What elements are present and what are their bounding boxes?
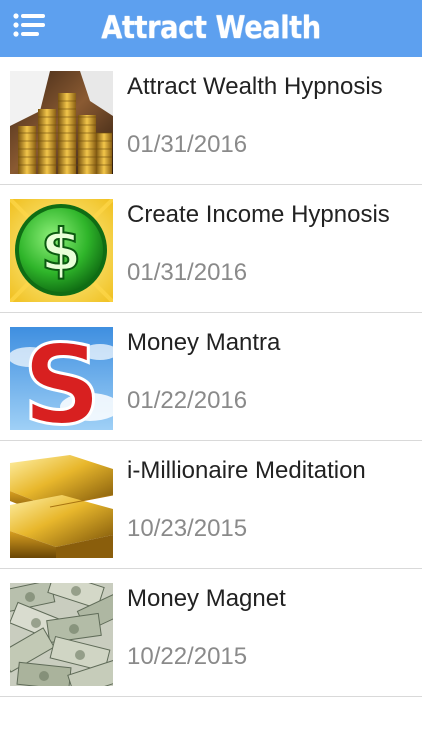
session-list: Attract Wealth Hypnosis 01/31/2016 $ Cre… — [0, 57, 422, 697]
list-item[interactable]: S Money Mantra 01/22/2016 — [0, 313, 422, 441]
list-item[interactable]: Money Magnet 10/22/2015 — [0, 569, 422, 697]
coin-stacks-image — [10, 71, 113, 174]
item-title: Money Magnet — [127, 585, 286, 612]
app-screen: Attract Wealth Attract Wealth Hypnosis 0… — [0, 0, 422, 750]
svg-text:$: $ — [41, 216, 81, 284]
gold-bars-image — [10, 455, 113, 558]
item-date: 01/31/2016 — [127, 259, 248, 286]
item-title: i-Millionaire Meditation — [127, 457, 366, 484]
item-date: 10/22/2015 — [127, 643, 248, 670]
red-dollar-sign-sky-image: S — [10, 327, 113, 430]
page-title: Attract Wealth — [101, 10, 321, 46]
item-title: Create Income Hypnosis — [127, 201, 390, 228]
item-date: 10/23/2015 — [127, 515, 248, 542]
navigation-bar: Attract Wealth — [0, 0, 422, 57]
list-item[interactable]: $ Create Income Hypnosis 01/31/2016 — [0, 185, 422, 313]
item-date: 01/22/2016 — [127, 387, 248, 414]
dollar-bills-pile-image — [10, 583, 113, 686]
list-item[interactable]: i-Millionaire Meditation 10/23/2015 — [0, 441, 422, 569]
list-item[interactable]: Attract Wealth Hypnosis 01/31/2016 — [0, 57, 422, 185]
green-dollar-coin-image: $ — [10, 199, 113, 302]
svg-text:S: S — [22, 327, 101, 430]
item-date: 01/31/2016 — [127, 131, 248, 158]
item-title: Attract Wealth Hypnosis — [127, 73, 383, 100]
item-title: Money Mantra — [127, 329, 281, 356]
